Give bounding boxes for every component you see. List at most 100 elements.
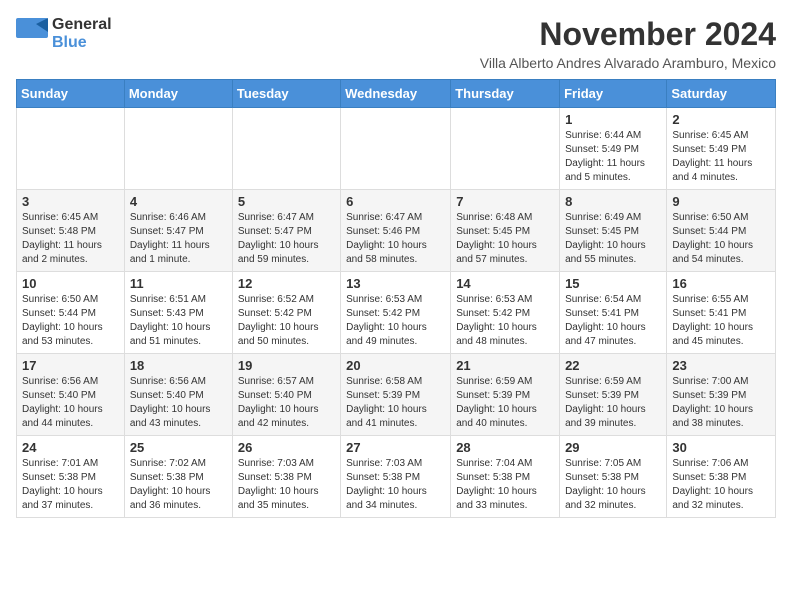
header-saturday: Saturday	[667, 80, 776, 108]
day-info: Sunrise: 6:46 AM Sunset: 5:47 PM Dayligh…	[130, 211, 227, 267]
day-info: Sunrise: 6:50 AM Sunset: 5:44 PM Dayligh…	[672, 211, 770, 267]
day-number: 15	[565, 276, 661, 291]
day-info: Sunrise: 6:50 AM Sunset: 5:44 PM Dayligh…	[22, 293, 119, 349]
day-info: Sunrise: 6:59 AM Sunset: 5:39 PM Dayligh…	[456, 375, 554, 431]
day-info: Sunrise: 6:57 AM Sunset: 5:40 PM Dayligh…	[238, 375, 335, 431]
calendar-header-row: SundayMondayTuesdayWednesdayThursdayFrid…	[17, 80, 776, 108]
day-number: 4	[130, 194, 227, 209]
header-friday: Friday	[560, 80, 667, 108]
header-wednesday: Wednesday	[341, 80, 451, 108]
day-number: 22	[565, 358, 661, 373]
day-number: 17	[22, 358, 119, 373]
day-info: Sunrise: 7:01 AM Sunset: 5:38 PM Dayligh…	[22, 457, 119, 513]
calendar-cell: 25 Sunrise: 7:02 AM Sunset: 5:38 PM Dayli…	[124, 436, 232, 518]
day-number: 10	[22, 276, 119, 291]
day-info: Sunrise: 7:02 AM Sunset: 5:38 PM Dayligh…	[130, 457, 227, 513]
calendar-cell	[124, 108, 232, 190]
day-number: 7	[456, 194, 554, 209]
calendar-cell: 26 Sunrise: 7:03 AM Sunset: 5:38 PM Dayli…	[232, 436, 340, 518]
logo-general: General	[52, 16, 112, 33]
day-info: Sunrise: 7:06 AM Sunset: 5:38 PM Dayligh…	[672, 457, 770, 513]
day-info: Sunrise: 6:47 AM Sunset: 5:47 PM Dayligh…	[238, 211, 335, 267]
calendar-cell: 10 Sunrise: 6:50 AM Sunset: 5:44 PM Dayli…	[17, 272, 125, 354]
calendar-cell: 8Sunrise: 6:49 AM Sunset: 5:45 PM Daylig…	[560, 190, 667, 272]
day-number: 25	[130, 440, 227, 455]
logo: General Blue	[16, 16, 112, 52]
calendar-cell: 4 Sunrise: 6:46 AM Sunset: 5:47 PM Daylig…	[124, 190, 232, 272]
day-number: 20	[346, 358, 445, 373]
header: General Blue November 2024 Villa Alberto…	[16, 16, 776, 71]
day-info: Sunrise: 7:03 AM Sunset: 5:38 PM Dayligh…	[238, 457, 335, 513]
header-sunday: Sunday	[17, 80, 125, 108]
logo-icon	[16, 18, 48, 50]
day-info: Sunrise: 6:47 AM Sunset: 5:46 PM Dayligh…	[346, 211, 445, 267]
week-row-0: 1 Sunrise: 6:44 AM Sunset: 5:49 PM Daylig…	[17, 108, 776, 190]
calendar-cell: 11 Sunrise: 6:51 AM Sunset: 5:43 PM Dayli…	[124, 272, 232, 354]
title-block: November 2024 Villa Alberto Andres Alvar…	[480, 16, 776, 71]
week-row-4: 24 Sunrise: 7:01 AM Sunset: 5:38 PM Dayli…	[17, 436, 776, 518]
calendar-cell: 18 Sunrise: 6:56 AM Sunset: 5:40 PM Dayli…	[124, 354, 232, 436]
day-info: Sunrise: 6:45 AM Sunset: 5:48 PM Dayligh…	[22, 211, 119, 267]
day-number: 18	[130, 358, 227, 373]
day-info: Sunrise: 6:44 AM Sunset: 5:49 PM Dayligh…	[565, 129, 661, 185]
calendar-cell: 1 Sunrise: 6:44 AM Sunset: 5:49 PM Daylig…	[560, 108, 667, 190]
day-info: Sunrise: 7:03 AM Sunset: 5:38 PM Dayligh…	[346, 457, 445, 513]
day-number: 14	[456, 276, 554, 291]
calendar-cell: 2 Sunrise: 6:45 AM Sunset: 5:49 PM Daylig…	[667, 108, 776, 190]
day-info: Sunrise: 6:55 AM Sunset: 5:41 PM Dayligh…	[672, 293, 770, 349]
calendar-cell: 19 Sunrise: 6:57 AM Sunset: 5:40 PM Dayli…	[232, 354, 340, 436]
calendar-cell: 27Sunrise: 7:03 AM Sunset: 5:38 PM Dayli…	[341, 436, 451, 518]
calendar-cell: 12 Sunrise: 6:52 AM Sunset: 5:42 PM Dayli…	[232, 272, 340, 354]
header-tuesday: Tuesday	[232, 80, 340, 108]
calendar: SundayMondayTuesdayWednesdayThursdayFrid…	[16, 79, 776, 518]
day-info: Sunrise: 6:58 AM Sunset: 5:39 PM Dayligh…	[346, 375, 445, 431]
day-number: 11	[130, 276, 227, 291]
calendar-cell: 29 Sunrise: 7:05 AM Sunset: 5:38 PM Dayli…	[560, 436, 667, 518]
day-number: 26	[238, 440, 335, 455]
day-info: Sunrise: 6:54 AM Sunset: 5:41 PM Dayligh…	[565, 293, 661, 349]
calendar-cell: 28Sunrise: 7:04 AM Sunset: 5:38 PM Dayli…	[451, 436, 560, 518]
calendar-cell: 14 Sunrise: 6:53 AM Sunset: 5:42 PM Dayli…	[451, 272, 560, 354]
calendar-cell: 20 Sunrise: 6:58 AM Sunset: 5:39 PM Dayli…	[341, 354, 451, 436]
month-year: November 2024	[480, 16, 776, 53]
day-number: 21	[456, 358, 554, 373]
day-info: Sunrise: 6:52 AM Sunset: 5:42 PM Dayligh…	[238, 293, 335, 349]
day-info: Sunrise: 6:53 AM Sunset: 5:42 PM Dayligh…	[456, 293, 554, 349]
day-info: Sunrise: 6:56 AM Sunset: 5:40 PM Dayligh…	[22, 375, 119, 431]
day-number: 28	[456, 440, 554, 455]
day-number: 19	[238, 358, 335, 373]
calendar-cell: 3 Sunrise: 6:45 AM Sunset: 5:48 PM Daylig…	[17, 190, 125, 272]
day-info: Sunrise: 6:56 AM Sunset: 5:40 PM Dayligh…	[130, 375, 227, 431]
day-info: Sunrise: 6:53 AM Sunset: 5:42 PM Dayligh…	[346, 293, 445, 349]
day-number: 2	[672, 112, 770, 127]
calendar-cell: 17 Sunrise: 6:56 AM Sunset: 5:40 PM Dayli…	[17, 354, 125, 436]
calendar-cell: 24 Sunrise: 7:01 AM Sunset: 5:38 PM Dayli…	[17, 436, 125, 518]
day-number: 29	[565, 440, 661, 455]
calendar-cell: 9 Sunrise: 6:50 AM Sunset: 5:44 PM Daylig…	[667, 190, 776, 272]
calendar-cell: 30 Sunrise: 7:06 AM Sunset: 5:38 PM Dayli…	[667, 436, 776, 518]
day-info: Sunrise: 7:05 AM Sunset: 5:38 PM Dayligh…	[565, 457, 661, 513]
day-number: 12	[238, 276, 335, 291]
calendar-cell: 13Sunrise: 6:53 AM Sunset: 5:42 PM Dayli…	[341, 272, 451, 354]
day-info: Sunrise: 7:00 AM Sunset: 5:39 PM Dayligh…	[672, 375, 770, 431]
location: Villa Alberto Andres Alvarado Aramburo, …	[480, 55, 776, 71]
week-row-2: 10 Sunrise: 6:50 AM Sunset: 5:44 PM Dayli…	[17, 272, 776, 354]
calendar-cell: 6Sunrise: 6:47 AM Sunset: 5:46 PM Daylig…	[341, 190, 451, 272]
day-number: 8	[565, 194, 661, 209]
day-number: 9	[672, 194, 770, 209]
calendar-cell: 7Sunrise: 6:48 AM Sunset: 5:45 PM Daylig…	[451, 190, 560, 272]
day-number: 23	[672, 358, 770, 373]
day-number: 1	[565, 112, 661, 127]
calendar-cell: 23 Sunrise: 7:00 AM Sunset: 5:39 PM Dayli…	[667, 354, 776, 436]
day-info: Sunrise: 6:45 AM Sunset: 5:49 PM Dayligh…	[672, 129, 770, 185]
day-number: 16	[672, 276, 770, 291]
day-number: 24	[22, 440, 119, 455]
day-number: 3	[22, 194, 119, 209]
calendar-cell	[451, 108, 560, 190]
day-info: Sunrise: 6:51 AM Sunset: 5:43 PM Dayligh…	[130, 293, 227, 349]
calendar-cell	[17, 108, 125, 190]
day-info: Sunrise: 6:59 AM Sunset: 5:39 PM Dayligh…	[565, 375, 661, 431]
calendar-cell: 5Sunrise: 6:47 AM Sunset: 5:47 PM Daylig…	[232, 190, 340, 272]
day-number: 30	[672, 440, 770, 455]
calendar-cell: 22 Sunrise: 6:59 AM Sunset: 5:39 PM Dayli…	[560, 354, 667, 436]
